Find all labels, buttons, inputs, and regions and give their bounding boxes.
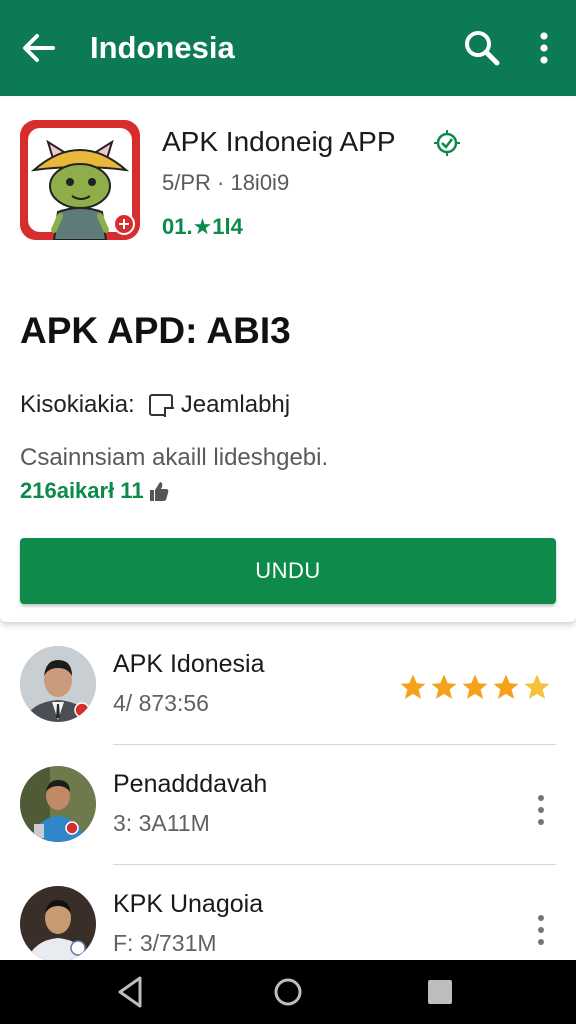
arrow-back-icon (23, 34, 55, 62)
avatar (20, 766, 96, 842)
page-title: Indonesia (90, 30, 235, 65)
list-item[interactable]: Penadddavah 3: 3A11M (0, 766, 576, 886)
list-item-title: Penadddavah (113, 770, 268, 798)
person-avatar-icon (20, 886, 96, 962)
list-item-title: APK Idonesia (113, 650, 265, 678)
external-link-icon (148, 394, 174, 417)
system-navigation-bar (0, 960, 576, 1024)
person-avatar-icon (20, 646, 96, 722)
avatar (20, 646, 96, 722)
more-vert-icon[interactable] (528, 28, 560, 68)
list-item-title: KPK Unagoia (113, 890, 264, 918)
star-icon (400, 674, 426, 699)
divider (113, 744, 556, 745)
app-developer: 5/PR · 18i0i9 (162, 170, 290, 195)
back-button[interactable] (0, 0, 76, 96)
list-item[interactable]: APK Idonesia 4/ 873:56 (0, 646, 576, 766)
list-item-subtitle: 3: 3A11M (113, 810, 210, 836)
nav-recents-icon[interactable] (428, 980, 452, 1004)
meta-value: Jeamlabhj (180, 391, 291, 418)
star-icon (462, 674, 488, 699)
avatar (20, 886, 96, 962)
app-headline: APK APD: ABI3 (20, 310, 291, 351)
list-item-subtitle: 4/ 873:56 (113, 690, 209, 716)
app-rating: 01.★1l4 (162, 214, 243, 239)
star-icon (524, 674, 550, 699)
thumbs-up-icon (149, 482, 168, 501)
star-icon (431, 674, 457, 699)
nav-back-icon[interactable] (114, 974, 146, 1010)
person-avatar-icon (20, 766, 96, 842)
star-icon (493, 674, 519, 699)
meta-row: Kisokiakia: Jeamlabhj (20, 390, 290, 420)
mascot-icon (20, 120, 140, 240)
verified-badge-icon (434, 130, 460, 156)
star-rating (398, 672, 552, 702)
app-bar: Indonesia (0, 0, 576, 96)
download-count-text: 216aikarł 11 (20, 478, 144, 503)
nav-home-icon[interactable] (272, 976, 304, 1008)
download-count: 216aikarł 11 (20, 478, 170, 504)
app-detail-card: APK Indoneig APP 5/PR · 18i0i9 01.★1l4 A… (0, 98, 576, 622)
more-vert-icon[interactable] (526, 912, 556, 948)
list-item-subtitle: F: 3/731M (113, 930, 217, 956)
divider (113, 864, 556, 865)
install-button[interactable]: UNDU (20, 538, 556, 604)
app-description: Csainnsiam akaill lideshgebi. (20, 444, 329, 471)
search-icon[interactable] (462, 28, 502, 68)
app-name: APK Indoneig APP (162, 126, 396, 157)
more-vert-icon[interactable] (526, 792, 556, 828)
app-icon[interactable] (20, 120, 140, 240)
meta-label: Kisokiakia: (20, 391, 135, 418)
